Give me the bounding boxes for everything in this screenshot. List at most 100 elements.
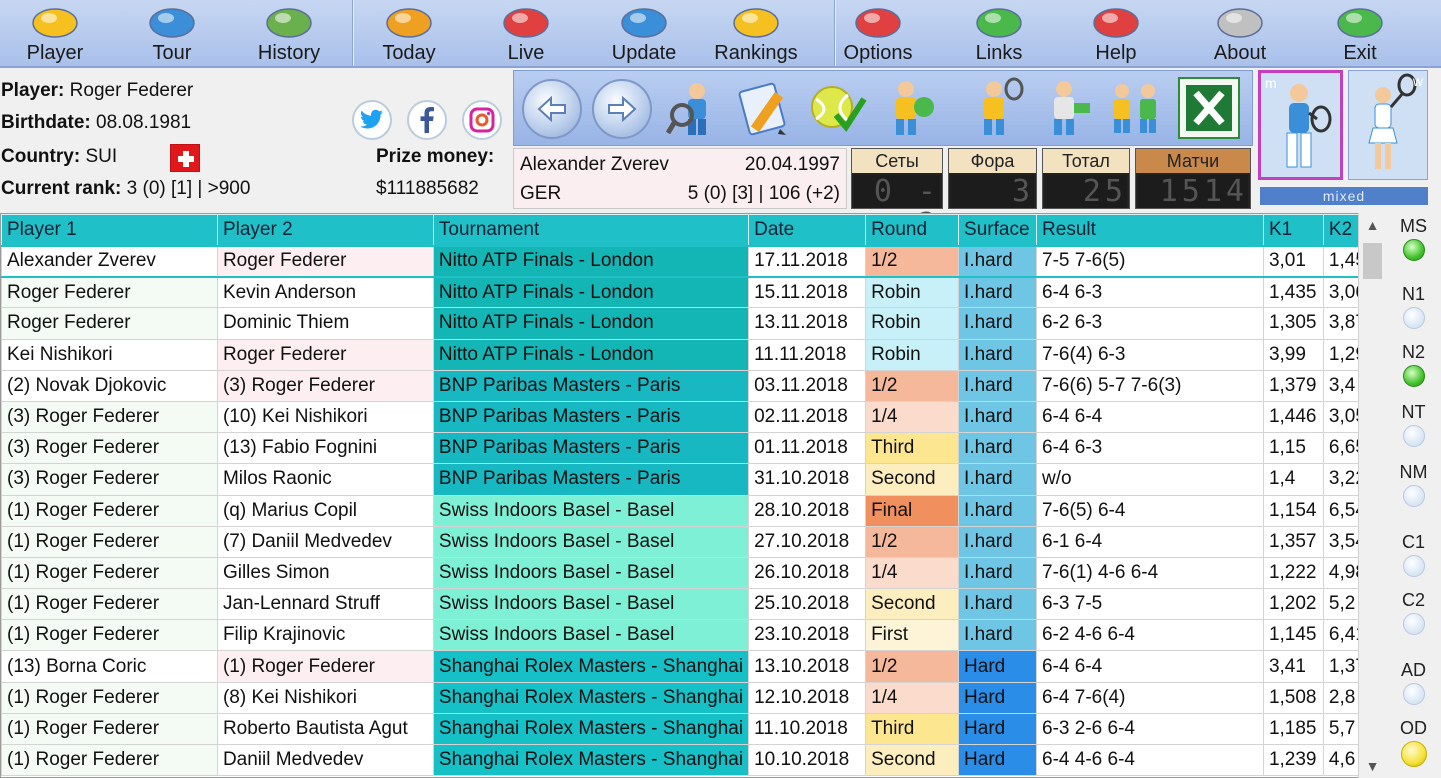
tournament-cell[interactable]: Shanghai Rolex Masters - Shanghai (432, 743, 750, 777)
facebook-icon[interactable] (407, 100, 447, 140)
toolbar-rankings-button[interactable]: Rankings (701, 0, 811, 68)
column-header[interactable]: K1 (1262, 214, 1324, 246)
result-cell[interactable]: 6-4 6-4 (1036, 400, 1264, 434)
toolbar-update-button[interactable]: Update (589, 0, 699, 68)
table-row[interactable]: (1) Roger Federer (7) Daniil Medvedev Swis… (1, 525, 1384, 558)
toolbar-tour-button[interactable]: Tour (117, 0, 227, 68)
column-header[interactable]: Surface (958, 214, 1038, 246)
date-cell[interactable]: 13.10.2018 (748, 650, 867, 683)
date-cell[interactable]: 12.10.2018 (748, 681, 867, 714)
table-row[interactable]: (1) Roger Federer (8) Kei Nishikori Shangh… (1, 681, 1384, 714)
edit-notes-icon[interactable] (736, 77, 798, 139)
k1-cell[interactable]: 3,41 (1262, 650, 1324, 683)
round-cell[interactable]: Robin (865, 307, 960, 340)
excel-export-icon[interactable] (1178, 77, 1240, 139)
column-header[interactable]: Player 2 (216, 214, 434, 246)
result-cell[interactable]: 6-4 7-6(4) (1036, 681, 1264, 714)
result-cell[interactable]: 7-6(6) 5-7 7-6(3) (1036, 369, 1264, 402)
date-cell[interactable]: 11.10.2018 (748, 712, 867, 746)
round-cell[interactable]: Robin (865, 338, 960, 371)
surface-cell[interactable]: I.hard (958, 338, 1038, 371)
date-cell[interactable]: 15.11.2018 (748, 276, 867, 309)
tournament-cell[interactable]: Shanghai Rolex Masters - Shanghai (432, 681, 750, 714)
player2-cell[interactable]: (1) Roger Federer (216, 650, 434, 683)
table-row[interactable]: (1) Roger Federer (q) Marius Copil Swiss I… (1, 494, 1384, 527)
table-row[interactable]: (13) Borna Coric (1) Roger Federer Shangha… (1, 650, 1384, 683)
player-stats-icon[interactable] (876, 77, 938, 139)
player2-cell[interactable]: (13) Fabio Fognini (216, 432, 434, 465)
toolbar-player-button[interactable]: Player (0, 0, 110, 68)
surface-cell[interactable]: I.hard (958, 400, 1038, 434)
tournament-cell[interactable]: Swiss Indoors Basel - Basel (432, 525, 750, 558)
table-row[interactable]: Roger Federer Dominic Thiem Nitto ATP Fina… (1, 307, 1384, 340)
table-row[interactable]: (3) Roger Federer (10) Kei Nishikori BNP P… (1, 400, 1384, 434)
result-cell[interactable]: 7-5 7-6(5) (1036, 244, 1264, 278)
head-to-head-icon[interactable] (1104, 77, 1166, 139)
tournament-cell[interactable]: Shanghai Rolex Masters - Shanghai (432, 712, 750, 746)
surface-cell[interactable]: I.hard (958, 619, 1038, 652)
scroll-thumb[interactable] (1363, 243, 1382, 279)
tournament-cell[interactable]: BNP Paribas Masters - Paris (432, 432, 750, 465)
k1-cell[interactable]: 1,508 (1262, 681, 1324, 714)
table-row[interactable]: Kei Nishikori Roger Federer Nitto ATP Fina… (1, 338, 1384, 371)
result-cell[interactable]: 6-2 4-6 6-4 (1036, 619, 1264, 652)
tournament-cell[interactable]: Swiss Indoors Basel - Basel (432, 556, 750, 590)
surface-cell[interactable]: I.hard (958, 556, 1038, 590)
surface-cell[interactable]: I.hard (958, 463, 1038, 496)
k1-cell[interactable]: 1,379 (1262, 369, 1324, 402)
find-player-icon[interactable] (665, 77, 728, 139)
result-cell[interactable]: w/o (1036, 463, 1264, 496)
round-cell[interactable]: 1/2 (865, 244, 960, 278)
k1-cell[interactable]: 1,446 (1262, 400, 1324, 434)
toolbar-about-button[interactable]: About (1185, 0, 1295, 68)
column-header[interactable]: Date (748, 214, 867, 246)
k1-cell[interactable]: 1,222 (1262, 556, 1324, 590)
result-cell[interactable]: 7-6(1) 4-6 6-4 (1036, 556, 1264, 590)
women-category-button[interactable]: w (1348, 70, 1428, 180)
player2-cell[interactable]: Daniil Medvedev (216, 743, 434, 777)
toolbar-today-button[interactable]: Today (354, 0, 464, 68)
column-header[interactable]: Result (1036, 214, 1264, 246)
player1-cell[interactable]: (1) Roger Federer (1, 556, 218, 590)
column-header[interactable]: Round (865, 214, 960, 246)
filter-c2-toggle[interactable]: C2 (1386, 589, 1441, 635)
k1-cell[interactable]: 1,305 (1262, 307, 1324, 340)
player1-cell[interactable]: (2) Novak Djokovic (1, 369, 218, 402)
k1-cell[interactable]: 1,435 (1262, 276, 1324, 309)
k1-cell[interactable]: 3,01 (1262, 244, 1324, 278)
date-cell[interactable]: 02.11.2018 (748, 400, 867, 434)
column-header[interactable]: Tournament (432, 214, 750, 246)
surface-cell[interactable]: Hard (958, 743, 1038, 777)
surface-cell[interactable]: I.hard (958, 432, 1038, 465)
table-scrollbar[interactable]: ▲ ▼ (1358, 213, 1385, 778)
date-cell[interactable]: 26.10.2018 (748, 556, 867, 590)
surface-cell[interactable]: Hard (958, 650, 1038, 683)
scroll-down-arrow-icon[interactable]: ▼ (1359, 754, 1386, 778)
toolbar-options-button[interactable]: Options (823, 0, 933, 68)
tournament-cell[interactable]: Shanghai Rolex Masters - Shanghai (432, 650, 750, 683)
table-row[interactable]: (1) Roger Federer Roberto Bautista Agut Sh… (1, 712, 1384, 746)
round-cell[interactable]: Final (865, 494, 960, 527)
tournament-cell[interactable]: BNP Paribas Masters - Paris (432, 369, 750, 402)
round-cell[interactable]: 1/4 (865, 556, 960, 590)
player1-cell[interactable]: Roger Federer (1, 276, 218, 309)
surface-cell[interactable]: I.hard (958, 276, 1038, 309)
player2-cell[interactable]: (10) Kei Nishikori (216, 400, 434, 434)
filter-n2-toggle[interactable]: N2 (1386, 341, 1441, 387)
table-row[interactable]: (1) Roger Federer Jan-Lennard Struff Swiss… (1, 588, 1384, 621)
filter-od-toggle[interactable]: OD (1386, 717, 1441, 767)
toolbar-live-button[interactable]: Live (471, 0, 581, 68)
table-row[interactable]: (1) Roger Federer Gilles Simon Swiss Indoo… (1, 556, 1384, 590)
player2-cell[interactable]: (q) Marius Copil (216, 494, 434, 527)
surface-cell[interactable]: I.hard (958, 494, 1038, 527)
table-row[interactable]: Alexander Zverev Roger Federer Nitto ATP F… (1, 244, 1384, 278)
k1-cell[interactable]: 1,185 (1262, 712, 1324, 746)
player1-cell[interactable]: Alexander Zverev (1, 244, 218, 278)
player1-cell[interactable]: (1) Roger Federer (1, 588, 218, 621)
tournament-cell[interactable]: Nitto ATP Finals - London (432, 338, 750, 371)
table-row[interactable]: (1) Roger Federer Daniil Medvedev Shanghai… (1, 743, 1384, 777)
date-cell[interactable]: 31.10.2018 (748, 463, 867, 496)
table-row[interactable]: (1) Roger Federer Filip Krajinovic Swiss I… (1, 619, 1384, 652)
surface-cell[interactable]: Hard (958, 712, 1038, 746)
surface-cell[interactable]: I.hard (958, 244, 1038, 278)
